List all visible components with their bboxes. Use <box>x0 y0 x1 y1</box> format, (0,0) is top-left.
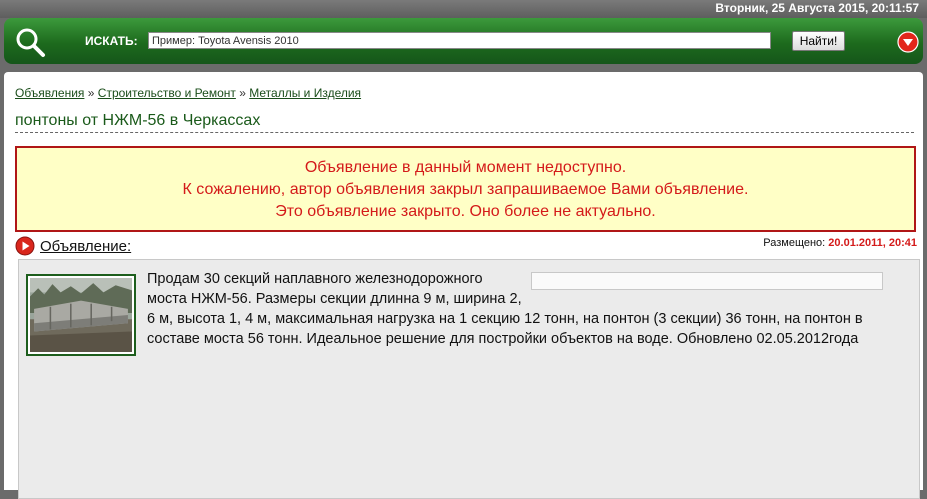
page-title: понтоны от НЖМ-56 в Черкассах <box>15 112 914 133</box>
notice-line: Объявление в данный момент недоступно. <box>304 159 627 176</box>
ad-heading: Объявление: <box>15 236 131 256</box>
breadcrumb-separator: » <box>87 86 95 100</box>
search-label: ИСКАТЬ: <box>85 34 138 48</box>
magnifier-icon <box>16 28 45 57</box>
unavailable-notice: Объявление в данный момент недоступно. К… <box>15 146 916 232</box>
ad-heading-label[interactable]: Объявление: <box>40 238 131 255</box>
header: ИСКАТЬ: Найти! <box>4 18 923 64</box>
posted-label: Размещено: <box>763 237 826 249</box>
ad-side-box <box>531 272 883 290</box>
ad-description-block: Продам 30 секций наплавного железнодорож… <box>147 269 883 349</box>
pontoon-photo-image <box>30 278 132 352</box>
breadcrumb-link-metals[interactable]: Металлы и Изделия <box>249 86 361 100</box>
search-button[interactable]: Найти! <box>792 31 845 51</box>
play-icon <box>15 236 35 256</box>
ad-photo[interactable] <box>26 274 136 356</box>
notice-line: Это объявление закрыто. Оно более не акт… <box>275 203 656 220</box>
breadcrumb-separator: » <box>239 86 246 100</box>
breadcrumb-link-construction[interactable]: Строительство и Ремонт <box>98 86 236 100</box>
search-input[interactable] <box>148 32 771 49</box>
breadcrumb-link-ads[interactable]: Объявления <box>15 86 84 100</box>
posted-date: 20.01.2011, 20:41 <box>828 237 917 249</box>
notice-line: К сожалению, автор объявления закрыл зап… <box>182 181 749 198</box>
current-date: Вторник, 25 Августа 2015, 20:11:57 <box>715 1 919 15</box>
breadcrumb: Объявления » Строительство и Ремонт » Ме… <box>15 86 361 100</box>
chevron-down-icon[interactable] <box>897 31 919 53</box>
content-area: Объявления » Строительство и Ремонт » Ме… <box>4 72 923 499</box>
ad-panel: Продам 30 секций наплавного железнодорож… <box>18 259 920 499</box>
posted-info: Размещено: 20.01.2011, 20:41 <box>763 237 917 249</box>
date-bar: Вторник, 25 Августа 2015, 20:11:57 <box>0 0 927 18</box>
